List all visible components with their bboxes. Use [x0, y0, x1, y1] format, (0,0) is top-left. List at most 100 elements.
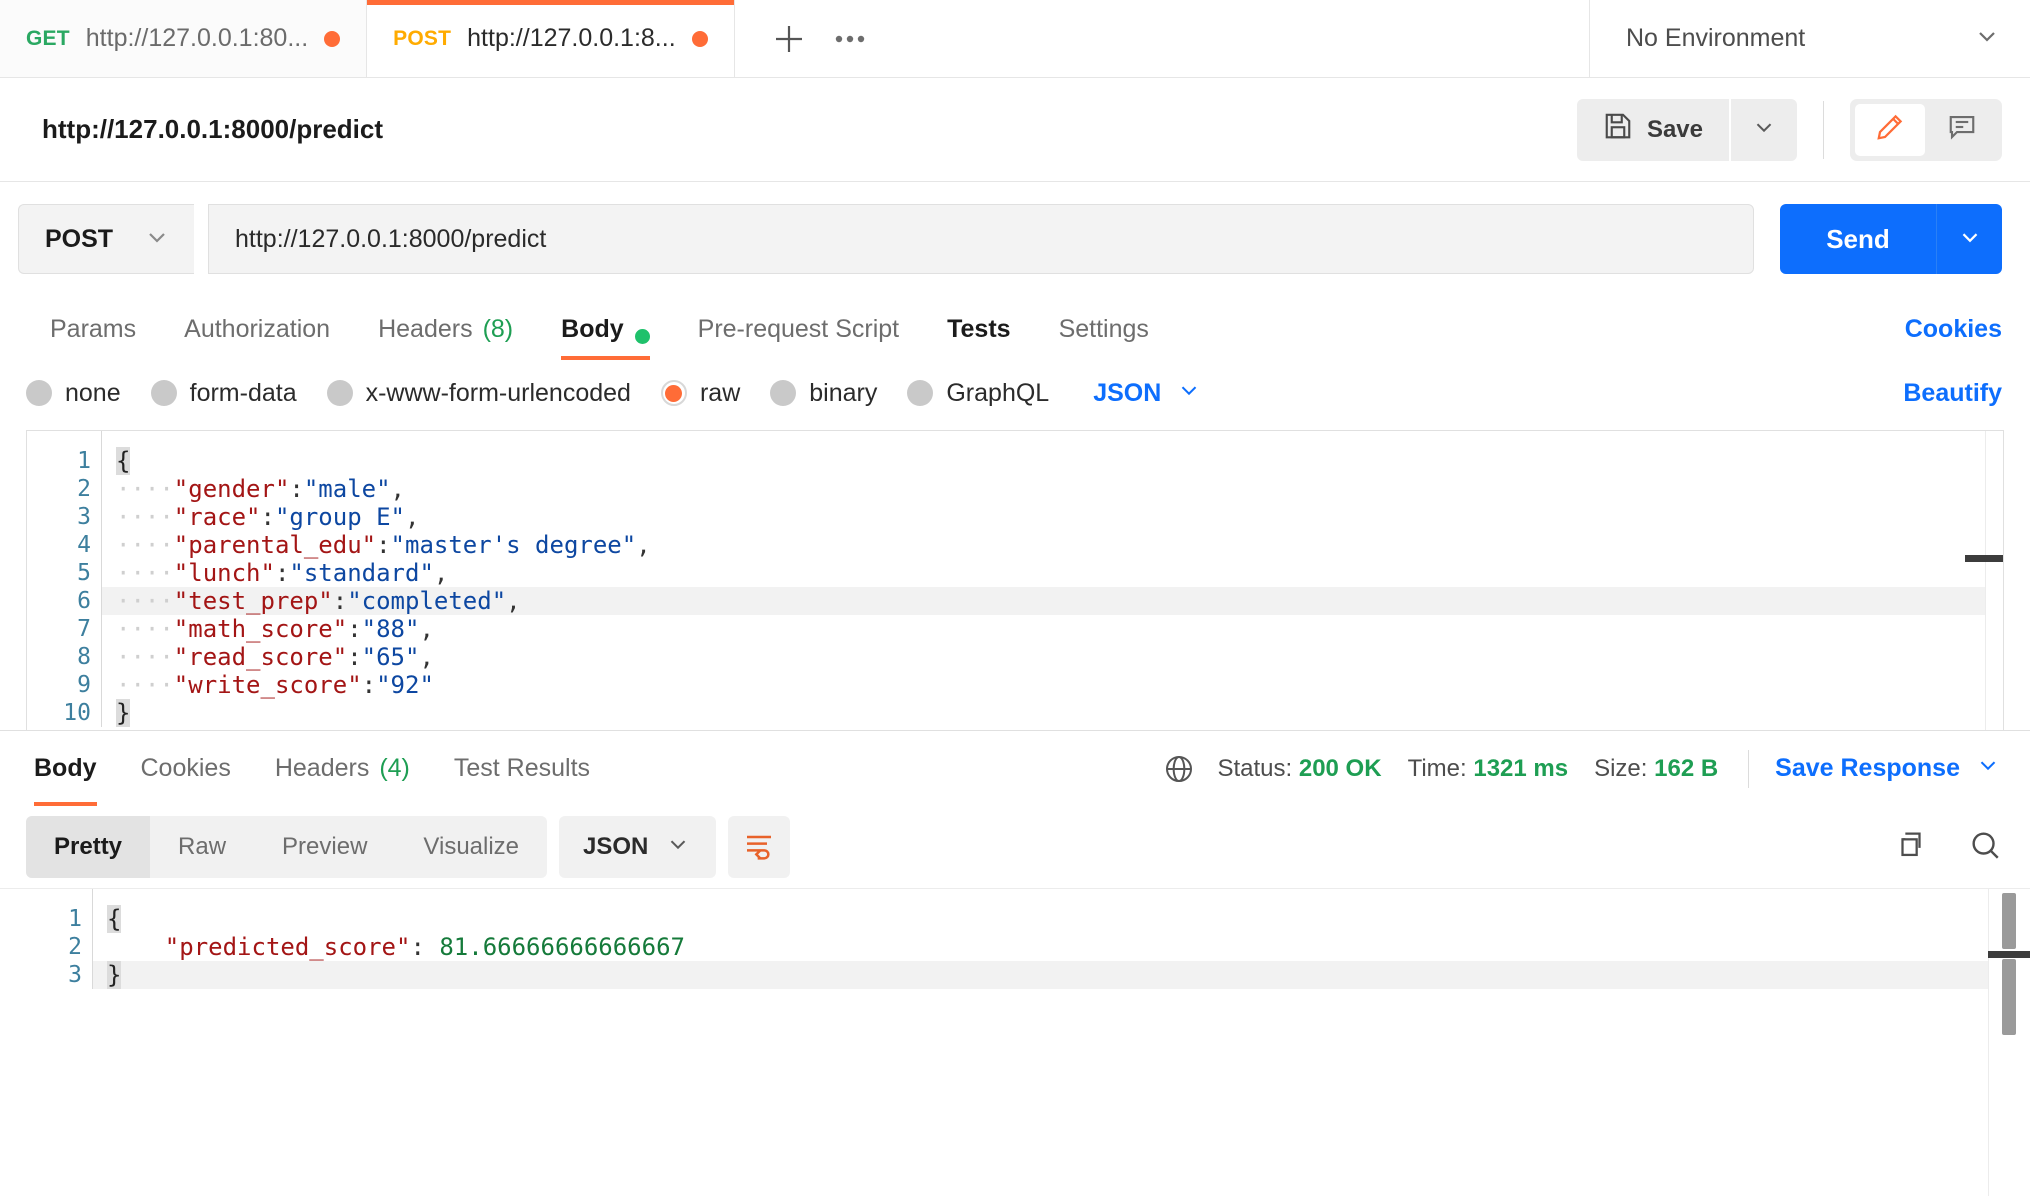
url-input[interactable]: http://127.0.0.1:8000/predict [208, 204, 1754, 274]
send-button[interactable]: Send [1780, 204, 1936, 274]
environment-label: No Environment [1626, 24, 1806, 52]
save-options-dropdown[interactable] [1731, 98, 1797, 161]
view-toggle-group [1850, 98, 2002, 161]
tab-bar-actions [734, 0, 1590, 77]
code-value: "92" [376, 671, 434, 699]
body-type-row: none form-data x-www-form-urlencoded raw… [0, 360, 2030, 430]
code-comma: , [405, 503, 420, 531]
send-options-dropdown[interactable] [1936, 204, 2002, 274]
tab-more-options-icon[interactable] [823, 13, 877, 65]
view-mode-preview[interactable]: Preview [254, 816, 395, 878]
tab-url-label: http://127.0.0.1:80... [85, 24, 309, 52]
line-number: 7 [77, 616, 91, 642]
response-line-numbers: 1 2 3 [0, 889, 92, 989]
wrap-lines-button[interactable] [728, 816, 791, 878]
tab-url-label: http://127.0.0.1:8... [467, 24, 676, 52]
tab-pre-request-script[interactable]: Pre-request Script [674, 296, 923, 360]
tab-settings[interactable]: Settings [1035, 296, 1173, 360]
line-number: 4 [77, 532, 91, 558]
line-number: 6 [77, 588, 91, 614]
code-value: "88" [361, 615, 420, 643]
body-type-urlencoded[interactable]: x-www-form-urlencoded [326, 379, 631, 408]
code-indent: ···· [116, 615, 174, 643]
response-code-lines[interactable]: { "predicted_score": 81.66666666666667 } [92, 889, 2030, 989]
line-number: 3 [68, 962, 82, 988]
comments-button[interactable] [1927, 104, 1997, 156]
tab-tests[interactable]: Tests [923, 296, 1034, 360]
body-type-binary[interactable]: binary [770, 379, 877, 408]
copy-icon[interactable] [1894, 828, 1928, 867]
code-indent: ···· [116, 531, 174, 559]
line-number: 10 [63, 700, 91, 726]
code-key: "math_score" [173, 615, 348, 643]
response-tab-body[interactable]: Body [26, 731, 119, 806]
response-tab-test-results[interactable]: Test Results [432, 731, 612, 806]
code-key: "parental_edu" [173, 531, 377, 559]
save-button[interactable]: Save [1576, 98, 1729, 161]
code-line: ····"gender":"male", [102, 475, 2003, 503]
comment-icon [1947, 112, 1977, 147]
body-type-graphql[interactable]: GraphQL [907, 379, 1049, 408]
request-editor-cursor-marker [1965, 555, 2003, 562]
code-indent: ···· [116, 671, 174, 699]
code-value: "master's degree" [390, 531, 637, 559]
body-type-label: binary [809, 378, 878, 407]
response-body-viewer[interactable]: 1 2 3 { "predicted_score": 81.6666666666… [0, 888, 2030, 1196]
code-line: ····"math_score":"88", [102, 615, 2003, 643]
line-number: 8 [77, 644, 91, 670]
request-tab-post[interactable]: POST http://127.0.0.1:8... [367, 0, 735, 77]
response-tab-headers[interactable]: Headers (4) [253, 731, 432, 806]
request-tab-get[interactable]: GET http://127.0.0.1:80... [0, 0, 368, 77]
response-scrollbar-track[interactable] [1988, 889, 2030, 1196]
code-comma: , [433, 559, 449, 587]
environment-selector[interactable]: No Environment [1590, 0, 2030, 77]
code-key: "gender" [173, 475, 290, 503]
tab-authorization[interactable]: Authorization [160, 296, 354, 360]
beautify-link[interactable]: Beautify [1903, 379, 2002, 408]
code-comma: , [419, 615, 434, 643]
radio-icon [770, 380, 797, 406]
view-mode-visualize[interactable]: Visualize [395, 816, 547, 878]
code-indent: ···· [116, 643, 174, 671]
status-value: 200 OK [1298, 754, 1382, 782]
code-colon: : [260, 503, 275, 531]
body-format-select[interactable]: JSON [1093, 376, 1203, 411]
body-type-raw[interactable]: raw [660, 379, 740, 408]
request-code-lines[interactable]: { ····"gender":"male", ····"race":"group… [101, 431, 2003, 727]
body-type-label: form-data [189, 378, 297, 407]
request-body-editor[interactable]: 1 2 3 4 5 6 7 8 9 10 { ····"gender":"mal… [26, 430, 2004, 730]
body-type-label: GraphQL [946, 378, 1050, 407]
code-value: "male" [303, 475, 391, 503]
code-line-active: ····"test_prep":"completed", [102, 587, 2003, 615]
view-mode-pretty[interactable]: Pretty [26, 816, 151, 878]
http-method-select[interactable]: POST [18, 204, 194, 274]
code-line: ····"write_score":"92" [102, 671, 2003, 699]
cookies-link[interactable]: Cookies [1905, 315, 2002, 360]
response-cursor-marker [1988, 951, 2030, 958]
edit-request-button[interactable] [1855, 103, 1925, 156]
body-type-form-data[interactable]: form-data [150, 378, 297, 408]
view-mode-raw[interactable]: Raw [150, 816, 254, 878]
body-type-none[interactable]: none [26, 379, 121, 408]
response-tab-cookies[interactable]: Cookies [119, 731, 253, 806]
tab-headers[interactable]: Headers (8) [354, 296, 537, 360]
code-colon: : [361, 671, 377, 699]
response-tab-bar: Body Cookies Headers (4) Test Results St… [0, 730, 2030, 806]
tab-params[interactable]: Params [26, 296, 160, 360]
code-comma: , [390, 475, 405, 503]
code-comma: , [636, 531, 651, 559]
tab-body[interactable]: Body [537, 296, 674, 360]
search-icon[interactable] [1968, 828, 2002, 867]
response-format-select[interactable]: JSON [559, 816, 717, 878]
chevron-down-icon [1956, 223, 1984, 256]
response-code: 1 2 3 { "predicted_score": 81.6666666666… [0, 889, 2030, 989]
radio-icon [26, 380, 52, 406]
new-tab-button[interactable] [763, 13, 815, 65]
save-response-button[interactable]: Save Response [1775, 751, 2002, 786]
chevron-down-icon [1974, 751, 2002, 786]
code-brace: } [107, 961, 122, 989]
code-colon: : [410, 933, 440, 961]
response-scrollbar-thumb-lower[interactable] [2002, 959, 2016, 1035]
response-scrollbar-thumb[interactable] [2002, 893, 2016, 949]
request-editor-scrollbar[interactable] [1985, 431, 2003, 730]
